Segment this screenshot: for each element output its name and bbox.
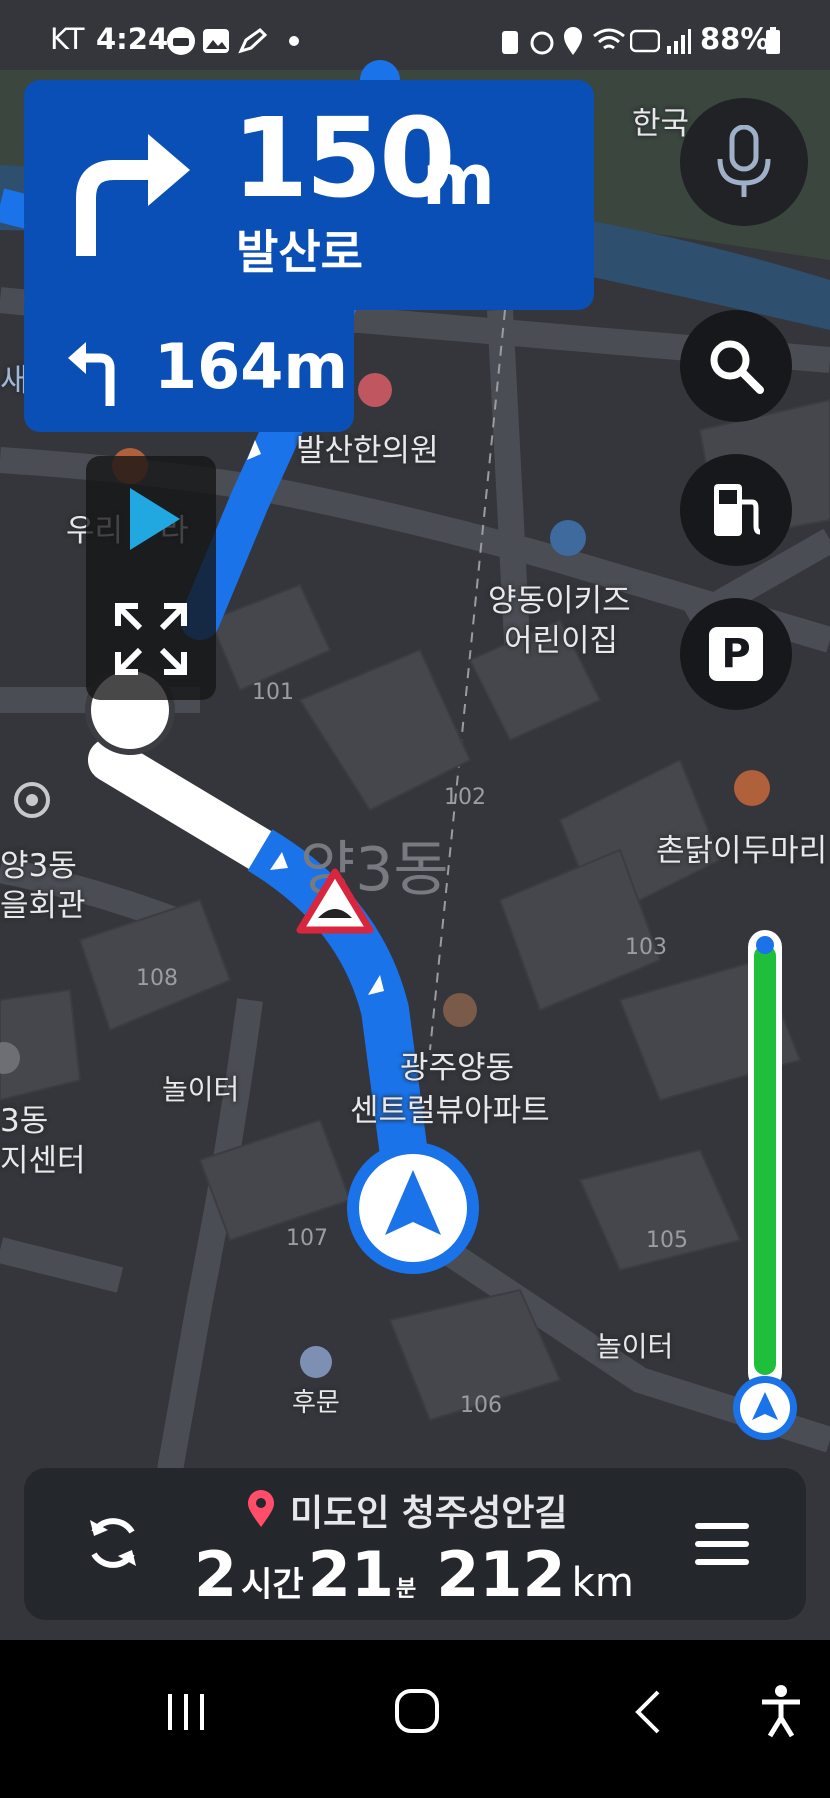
gas-station-icon xyxy=(714,484,761,536)
play-icon[interactable] xyxy=(126,486,182,552)
clinic-icon xyxy=(358,373,392,407)
daycare-icon xyxy=(550,520,586,556)
parking-button[interactable]: P xyxy=(680,598,792,710)
system-navigation-bar xyxy=(0,1640,830,1798)
map-label-center: 지센터 xyxy=(0,1143,86,1179)
back-icon[interactable] xyxy=(630,1688,664,1736)
next-maneuver-card[interactable]: 164m xyxy=(24,300,354,432)
search-icon xyxy=(710,340,764,394)
building-number: 106 xyxy=(460,1393,502,1418)
map-label-kids: 어린이집 xyxy=(504,623,619,659)
progress-destination-dot xyxy=(756,936,774,954)
map-label-apt: 광주양동 xyxy=(400,1050,515,1086)
map-label: 한국 xyxy=(632,106,690,142)
pen-icon xyxy=(238,28,268,54)
map-label-hall: 을회관 xyxy=(0,888,86,924)
reroute-icon[interactable] xyxy=(82,1512,144,1574)
map-label-playground: 놀이터 xyxy=(596,1330,674,1363)
building-number: 101 xyxy=(252,680,294,705)
restaurant-icon xyxy=(734,770,770,806)
eta-hours: 2 xyxy=(194,1538,238,1611)
carrier-label: KT xyxy=(50,22,85,56)
remaining-distance-unit: km xyxy=(571,1560,634,1606)
gas-station-button[interactable] xyxy=(680,454,792,566)
alarm-icon xyxy=(530,31,554,55)
battery-saver-icon xyxy=(502,31,518,54)
floating-overlay[interactable] xyxy=(86,456,216,700)
parking-icon: P xyxy=(709,627,763,681)
progress-fill xyxy=(754,945,776,1375)
map-label-dong: 양3동 xyxy=(0,848,77,884)
voice-search-button[interactable] xyxy=(680,98,808,226)
turn-left-icon xyxy=(68,342,115,406)
building-number: 108 xyxy=(136,966,178,991)
hd-icon xyxy=(630,29,660,53)
building-number: 103 xyxy=(625,935,667,960)
destination-pin-icon xyxy=(248,1490,274,1527)
remaining-distance: 212 xyxy=(436,1538,566,1611)
eta-minutes: 21 xyxy=(307,1538,394,1611)
map-label-dong: 3동 xyxy=(0,1103,49,1139)
apartment-icon xyxy=(443,993,477,1027)
destination-name: 미도인 청주성안길 xyxy=(290,1493,568,1534)
recent-apps-icon[interactable] xyxy=(164,1690,208,1734)
poi-ring-dot xyxy=(26,794,38,806)
primary-maneuver-card[interactable]: 150 m 발산로 xyxy=(24,80,594,310)
gate-icon xyxy=(300,1346,332,1378)
home-icon[interactable] xyxy=(394,1688,440,1734)
accessibility-icon[interactable] xyxy=(758,1684,804,1738)
map-label-back-gate: 후문 xyxy=(292,1388,340,1418)
map-label-chicken: 촌닭이두마리 xyxy=(656,833,828,869)
map-label-kids: 양동이키즈 xyxy=(488,583,631,619)
status-bar: KT 4:24 88% xyxy=(0,0,830,80)
next-maneuver-distance: 164m xyxy=(154,330,349,403)
turn-right-icon xyxy=(76,134,190,256)
menu-icon[interactable] xyxy=(694,1520,750,1568)
mic-icon xyxy=(717,125,771,197)
battery-icon xyxy=(766,27,780,54)
primary-distance-unit: m xyxy=(422,139,495,221)
battery-percent: 88% xyxy=(700,22,770,56)
trip-info-bar[interactable]: 미도인 청주성안길 2 시간 21 분 212 km xyxy=(24,1468,806,1620)
map-label-playground: 놀이터 xyxy=(162,1073,240,1106)
eta-hours-unit: 시간 xyxy=(241,1565,304,1605)
map-label-apt: 센트럴뷰아파트 xyxy=(350,1093,550,1129)
primary-road-name: 발산로 xyxy=(236,225,363,279)
primary-distance: 150 xyxy=(232,94,456,222)
gallery-icon xyxy=(203,29,229,53)
building-number: 107 xyxy=(286,1226,328,1251)
building-number: 102 xyxy=(444,785,486,810)
clock: 4:24 xyxy=(96,22,169,56)
signal-icon xyxy=(667,29,691,54)
wifi-icon xyxy=(593,28,625,50)
location-icon xyxy=(564,27,582,55)
expand-icon[interactable] xyxy=(114,602,188,676)
eta-minutes-unit: 분 xyxy=(395,1577,417,1602)
dot-icon xyxy=(289,36,299,46)
building-number: 105 xyxy=(646,1228,688,1253)
trip-summary: 2 시간 21 분 212 km xyxy=(194,1538,634,1611)
car-icon xyxy=(167,27,195,55)
search-button[interactable] xyxy=(680,310,792,422)
